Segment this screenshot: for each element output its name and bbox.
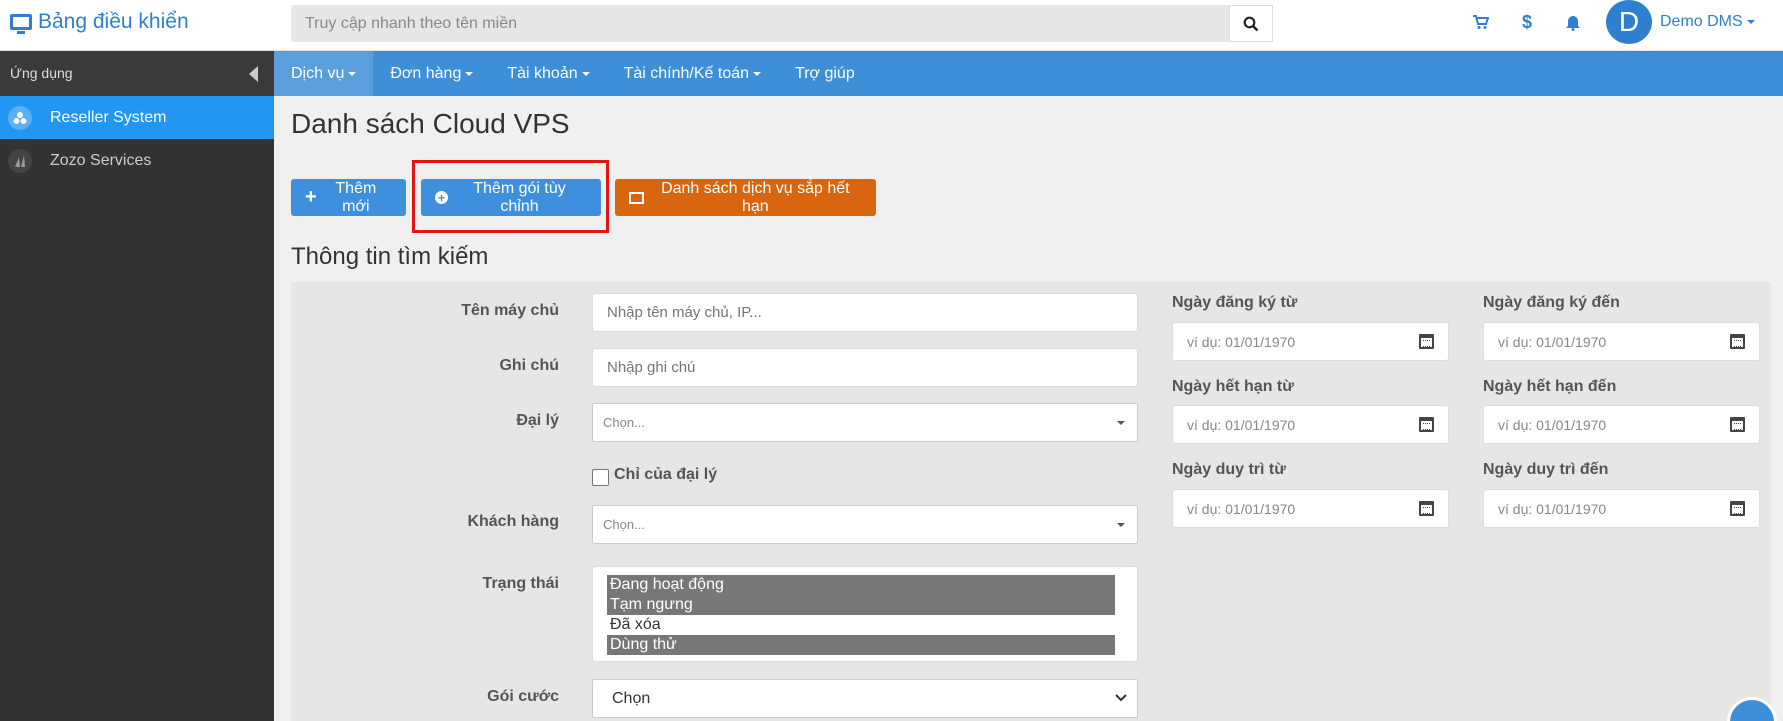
page-title: Danh sách Cloud VPS (291, 108, 570, 139)
cart-icon[interactable] (1472, 14, 1490, 35)
sidebar-heading: Ứng dụng (10, 65, 73, 81)
sidebar-item-label: Zozo Services (50, 151, 152, 169)
agent-label: Đại lý (516, 412, 559, 429)
chevron-down-icon (465, 71, 474, 76)
search-section-title: Thông tin tìm kiếm (291, 243, 489, 270)
bell-icon[interactable] (1565, 14, 1581, 36)
agent-select-value: Chọn... (603, 415, 645, 430)
plan-select[interactable]: Chọn (592, 679, 1138, 718)
zozo-icon (8, 148, 32, 173)
collapse-arrow-icon[interactable] (249, 66, 258, 82)
button-label: Thêm mới (335, 179, 377, 215)
exp-to-input[interactable]: ví dụ: 01/01/1970 (1483, 405, 1760, 444)
note-label: Ghi chú (499, 357, 559, 374)
sidebar-header: Ứng dụng (0, 51, 274, 96)
add-new-button[interactable]: + Thêm mới (291, 179, 406, 216)
user-name-label: Demo DMS (1660, 13, 1743, 30)
calendar-icon[interactable] (1730, 334, 1745, 349)
expiring-services-button[interactable]: Danh sách dịch vụ sắp hết hạn (615, 179, 876, 216)
monitor-icon (10, 14, 32, 34)
plan-label: Gói cước (487, 688, 559, 705)
plan-select-value: Chọn (612, 689, 651, 707)
exp-from-input[interactable]: ví dụ: 01/01/1970 (1172, 405, 1449, 444)
agent-select[interactable]: Chọn... (592, 403, 1138, 442)
note-input[interactable] (592, 348, 1138, 387)
nav-help[interactable]: Trợ giúp (778, 51, 872, 96)
reseller-icon (8, 105, 32, 130)
brand-label: Bảng điều khiển (38, 10, 189, 33)
list-icon (629, 191, 644, 204)
quick-search (291, 5, 1273, 42)
plus-icon: + (305, 186, 317, 208)
customer-label: Khách hàng (467, 513, 559, 530)
sidebar-item-reseller-system[interactable]: Reseller System (0, 96, 274, 139)
exp-to-placeholder: ví dụ: 01/01/1970 (1498, 416, 1607, 433)
reg-to-input[interactable]: ví dụ: 01/01/1970 (1483, 322, 1760, 361)
server-name-label: Tên máy chủ (461, 302, 559, 319)
nav-label: Tài khoản (507, 64, 578, 82)
search-button[interactable] (1229, 5, 1273, 42)
reg-from-input[interactable]: ví dụ: 01/01/1970 (1172, 322, 1449, 361)
button-label: Danh sách dịch vụ sắp hết hạn (661, 179, 850, 215)
maint-from-input[interactable]: ví dụ: 01/01/1970 (1172, 489, 1449, 528)
reg-from-placeholder: ví dụ: 01/01/1970 (1187, 333, 1296, 350)
customer-select[interactable]: Chọn... (592, 505, 1138, 544)
nav-label: Dịch vụ (291, 64, 345, 82)
maint-to-label: Ngày duy trì đến (1483, 461, 1609, 478)
nav-label: Tài chính/Kế toán (623, 64, 750, 82)
nav-finance[interactable]: Tài chính/Kế toán (607, 51, 778, 96)
status-option-deleted[interactable]: Đã xóa (607, 615, 1115, 635)
nav-services[interactable]: Dịch vụ (274, 51, 374, 96)
nav-label: Trợ giúp (795, 64, 855, 82)
reg-to-placeholder: ví dụ: 01/01/1970 (1498, 333, 1607, 350)
sidebar-item-label: Reseller System (50, 108, 167, 126)
status-option-suspended[interactable]: Tạm ngưng (607, 595, 1115, 615)
reg-to-label: Ngày đăng ký đến (1483, 294, 1620, 311)
maint-to-input[interactable]: ví dụ: 01/01/1970 (1483, 489, 1760, 528)
server-name-input[interactable] (592, 293, 1138, 332)
customer-select-value: Chọn... (603, 517, 645, 532)
reg-from-label: Ngày đăng ký từ (1172, 294, 1298, 311)
user-menu[interactable]: Demo DMS (1660, 13, 1755, 31)
search-form-panel: Tên máy chủ Ghi chú Đại lý Chọn... Chỉ c… (291, 282, 1771, 721)
status-label: Trạng thái (482, 575, 559, 592)
nav-account[interactable]: Tài khoản (490, 51, 606, 96)
maint-to-placeholder: ví dụ: 01/01/1970 (1498, 500, 1607, 517)
user-avatar[interactable]: D (1606, 0, 1652, 44)
exp-from-label: Ngày hết hạn từ (1172, 378, 1294, 395)
calendar-icon[interactable] (1419, 501, 1434, 516)
maint-from-label: Ngày duy trì từ (1172, 461, 1286, 478)
calendar-icon[interactable] (1730, 501, 1745, 516)
chevron-down-icon (1746, 19, 1755, 24)
search-icon (1243, 16, 1259, 31)
chevron-down-icon (1115, 694, 1127, 702)
dollar-icon[interactable]: $ (1522, 12, 1532, 33)
exp-from-placeholder: ví dụ: 01/01/1970 (1187, 416, 1296, 433)
calendar-icon[interactable] (1730, 417, 1745, 432)
chevron-down-icon (1117, 522, 1125, 527)
nav-orders[interactable]: Đơn hàng (373, 51, 490, 96)
status-multiselect[interactable]: Đang hoạt động Tạm ngưng Đã xóa Dùng thử (592, 566, 1138, 662)
sidebar: Ứng dụng Reseller System Zozo Services (0, 51, 274, 721)
calendar-icon[interactable] (1419, 417, 1434, 432)
main-nav: Dịch vụ Đơn hàng Tài khoản Tài chính/Kế … (274, 51, 1783, 96)
agent-only-label: Chỉ của đại lý (614, 466, 718, 483)
agent-only-checkbox[interactable] (592, 469, 609, 486)
domain-search-input[interactable] (291, 5, 1229, 42)
chevron-down-icon (753, 71, 762, 76)
chevron-down-icon (581, 71, 590, 76)
brand-link[interactable]: Bảng điều khiển (10, 10, 189, 34)
chevron-down-icon (1117, 420, 1125, 425)
calendar-icon[interactable] (1419, 334, 1434, 349)
exp-to-label: Ngày hết hạn đến (1483, 378, 1617, 395)
status-option-active[interactable]: Đang hoạt động (607, 575, 1115, 595)
status-option-trial[interactable]: Dùng thử (607, 635, 1115, 655)
maint-from-placeholder: ví dụ: 01/01/1970 (1187, 500, 1296, 517)
sidebar-item-zozo-services[interactable]: Zozo Services (0, 139, 274, 182)
chevron-down-icon (348, 71, 357, 76)
highlight-box (412, 160, 609, 233)
top-bar: Bảng điều khiển $ D Demo DMS (0, 0, 1783, 51)
nav-label: Đơn hàng (390, 64, 462, 82)
